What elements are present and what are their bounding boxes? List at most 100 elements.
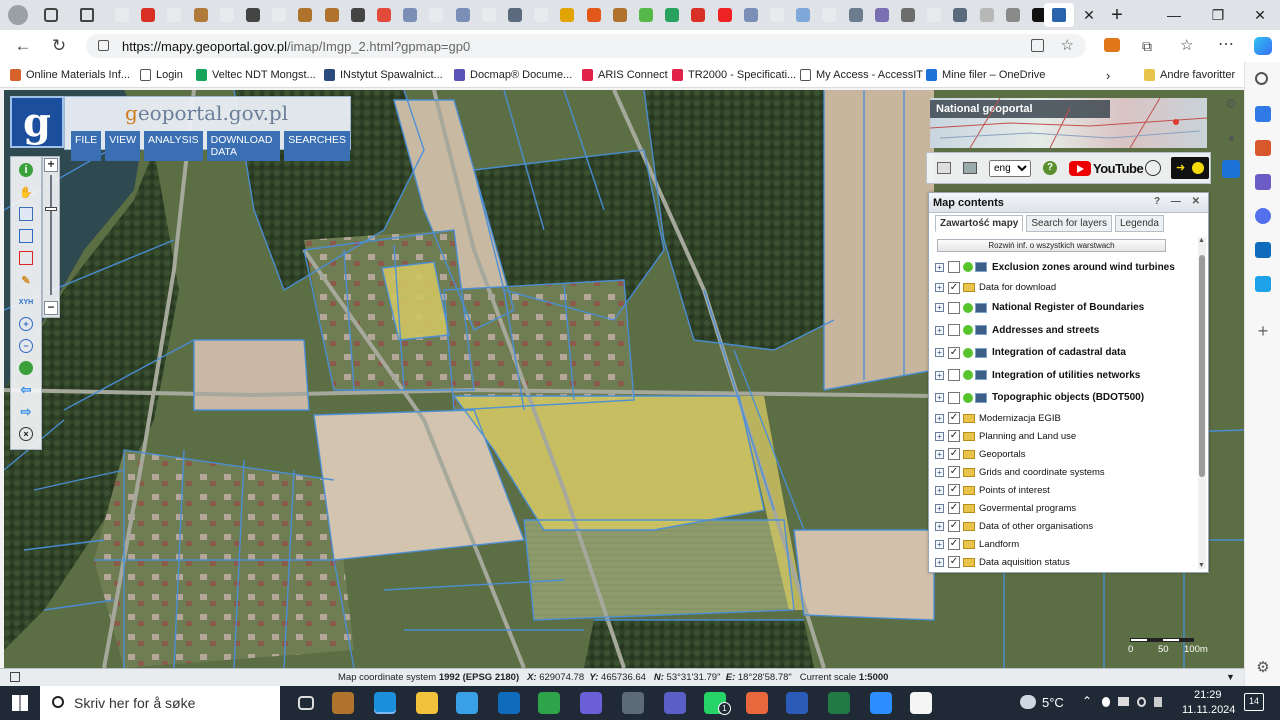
tab-docs[interactable] bbox=[372, 3, 396, 27]
zoom-slider[interactable]: + − bbox=[42, 156, 60, 318]
overview-eye-icon[interactable] bbox=[1222, 160, 1240, 178]
layer-row[interactable]: + ✓ Data of other organisations bbox=[935, 517, 1197, 535]
clock-date[interactable]: 11.11.2024 bbox=[1182, 704, 1235, 716]
tab-gimp[interactable] bbox=[320, 3, 344, 27]
favorites-icon[interactable]: ☆ bbox=[1180, 36, 1193, 54]
status-panel-icon[interactable] bbox=[10, 672, 20, 682]
tab-text[interactable] bbox=[896, 3, 920, 27]
tab-docs[interactable] bbox=[451, 3, 475, 27]
expand-layer-icon[interactable]: + bbox=[935, 539, 944, 549]
overview-settings-icon[interactable]: ⚙ bbox=[1225, 96, 1237, 112]
task-view-icon[interactable] bbox=[298, 696, 314, 710]
layer-checkbox[interactable] bbox=[948, 324, 960, 337]
layer-row[interactable]: + Integration of utilities networks bbox=[935, 364, 1197, 387]
notification-icon[interactable]: 14 bbox=[1244, 693, 1264, 711]
tray-chevron-icon[interactable]: ⌃ bbox=[1082, 694, 1092, 708]
expand-layer-icon[interactable]: + bbox=[935, 325, 944, 335]
geoportal-brand[interactable]: geoportal.gov.pl bbox=[125, 101, 288, 125]
edge-icon[interactable] bbox=[374, 692, 396, 714]
tab-redcross[interactable] bbox=[582, 3, 606, 27]
minimize-button[interactable]: — bbox=[1152, 0, 1196, 30]
weather-icon[interactable] bbox=[1020, 695, 1036, 709]
bookmark-item[interactable]: Login bbox=[140, 66, 183, 84]
tab-calendar[interactable] bbox=[346, 3, 370, 27]
zoom-track[interactable] bbox=[50, 175, 52, 295]
bookmark-item[interactable]: ARIS Connect bbox=[582, 66, 668, 84]
zoom-icon[interactable] bbox=[870, 692, 892, 714]
layer-row[interactable]: + ✓ Data for download bbox=[935, 279, 1197, 297]
tab-calendar[interactable] bbox=[241, 3, 265, 27]
tab-contents[interactable]: Zawartość mapy bbox=[935, 215, 1024, 232]
layer-checkbox[interactable]: ✓ bbox=[948, 520, 960, 532]
tab-blank[interactable] bbox=[424, 3, 448, 27]
expand-layer-icon[interactable]: + bbox=[935, 348, 944, 358]
layer-row[interactable]: + ✓ Landform bbox=[935, 535, 1197, 553]
excel-icon[interactable] bbox=[828, 692, 850, 714]
layer-row[interactable]: + National Register of Boundaries bbox=[935, 297, 1197, 320]
scroll-thumb[interactable] bbox=[1199, 255, 1205, 477]
layer-row[interactable]: + ✓ Grids and coordinate systems bbox=[935, 463, 1197, 481]
clock-time[interactable]: 21:29 bbox=[1194, 689, 1222, 701]
extensions-icon[interactable]: ⧉ bbox=[1142, 38, 1152, 55]
bookmark-item[interactable]: Veltec NDT Mongst... bbox=[196, 66, 316, 84]
workspaces-icon[interactable] bbox=[44, 8, 58, 22]
tab-twitch[interactable] bbox=[870, 3, 894, 27]
close-window-button[interactable]: ✕ bbox=[1238, 0, 1280, 30]
select-area-icon[interactable] bbox=[19, 229, 33, 243]
layer-row[interactable]: + ✓ Integration of cadastral data bbox=[935, 342, 1197, 365]
profile-avatar[interactable] bbox=[8, 5, 28, 25]
bookmarks-overflow-icon[interactable]: › bbox=[1106, 66, 1110, 84]
previous-view-icon[interactable]: ⇦ bbox=[19, 382, 33, 397]
tab-blank[interactable] bbox=[529, 3, 553, 27]
scroll-down-icon[interactable]: ▼ bbox=[1198, 562, 1205, 569]
tab-maps[interactable] bbox=[739, 3, 763, 27]
expand-layer-icon[interactable]: + bbox=[935, 370, 944, 380]
layer-checkbox[interactable] bbox=[948, 261, 960, 274]
bookmark-item[interactable]: Online Materials Inf... bbox=[10, 66, 130, 84]
zoom-handle[interactable] bbox=[45, 207, 57, 211]
app-available-icon[interactable] bbox=[1031, 39, 1044, 52]
layer-checkbox[interactable]: ✓ bbox=[948, 448, 960, 460]
outlook-icon[interactable] bbox=[1255, 242, 1271, 258]
layer-checkbox[interactable] bbox=[948, 391, 960, 404]
draw-pencil-icon[interactable]: ✎ bbox=[19, 273, 33, 287]
active-tab[interactable] bbox=[1044, 3, 1074, 27]
legend-list-icon[interactable] bbox=[19, 207, 33, 221]
sidebar-settings-icon[interactable]: ⚙ bbox=[1255, 660, 1271, 676]
restore-button[interactable]: ❐ bbox=[1196, 0, 1240, 30]
info-icon[interactable]: i bbox=[19, 163, 33, 177]
layer-checkbox[interactable]: ✓ bbox=[948, 430, 960, 442]
layer-checkbox[interactable]: ✓ bbox=[948, 538, 960, 550]
url-field[interactable]: https://mapy.geoportal.gov.pl/imap/Imgp_… bbox=[86, 34, 1086, 58]
games-icon[interactable] bbox=[1255, 174, 1271, 190]
layer-row[interactable]: + ✓ Planning and Land use bbox=[935, 427, 1197, 445]
layer-checkbox[interactable]: ✓ bbox=[948, 502, 960, 514]
tab-blank[interactable] bbox=[162, 3, 186, 27]
zoom-slider-plus[interactable]: + bbox=[44, 158, 58, 172]
tab-generic[interactable] bbox=[1001, 3, 1025, 27]
tray-icons[interactable] bbox=[1102, 697, 1162, 709]
print-icon[interactable] bbox=[937, 162, 951, 174]
layer-checkbox[interactable]: ✓ bbox=[948, 281, 960, 294]
copilot-icon[interactable] bbox=[1254, 37, 1272, 55]
scroll-up-icon[interactable]: ▲ bbox=[1198, 237, 1205, 244]
green-app-icon[interactable] bbox=[538, 692, 560, 714]
settings-more-icon[interactable]: ⋯ bbox=[1218, 34, 1234, 54]
expand-layer-icon[interactable]: + bbox=[935, 449, 944, 459]
tab-green[interactable] bbox=[660, 3, 684, 27]
calculator-icon[interactable] bbox=[622, 692, 644, 714]
other-favorites-folder[interactable]: Andre favoritter bbox=[1144, 66, 1235, 84]
ai-app-icon[interactable] bbox=[580, 692, 602, 714]
shopping-tag-icon[interactable] bbox=[1255, 106, 1271, 122]
search-icon[interactable] bbox=[1255, 72, 1268, 85]
expand-layer-icon[interactable]: + bbox=[935, 521, 944, 531]
layer-row[interactable]: + Topographic objects (BDOT500) bbox=[935, 387, 1197, 410]
expand-layer-icon[interactable]: + bbox=[935, 393, 944, 403]
high-contrast-icon[interactable]: ➜ bbox=[1171, 157, 1209, 179]
vertical-tabs-icon[interactable] bbox=[80, 8, 94, 22]
chrome-like-icon[interactable] bbox=[332, 692, 354, 714]
zoom-out-icon[interactable]: − bbox=[19, 339, 33, 353]
tab-blank[interactable] bbox=[765, 3, 789, 27]
cancel-tool-icon[interactable]: × bbox=[19, 427, 33, 441]
tab-legend[interactable]: Legenda bbox=[1114, 215, 1164, 232]
